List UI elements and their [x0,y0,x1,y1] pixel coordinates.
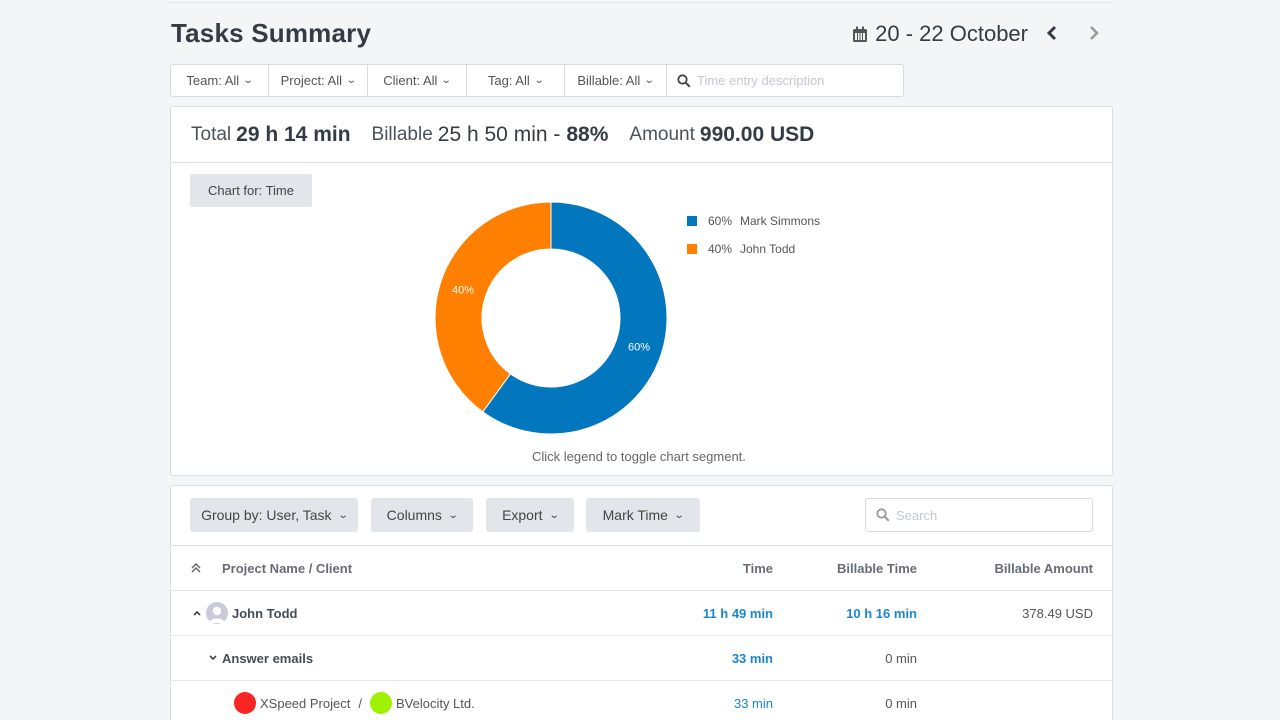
legend-percent: 60% [708,214,733,228]
donut-chart: 60% 40% [434,201,668,435]
search-icon [876,508,890,522]
export-button[interactable]: Export ⌄ [486,498,574,532]
billable-value: 25 h 50 min - [437,122,561,146]
project-client-separator: / [358,695,362,711]
search-icon [677,73,691,88]
totals-bar: Total 29 h 14 min Billable 25 h 50 min -… [171,107,1112,163]
total-label: Total [191,123,232,145]
chevron-down-icon: ⌄ [673,509,685,521]
tag-filter[interactable]: Tag: All ⌄ [467,64,565,97]
next-period-button[interactable] [1088,22,1100,46]
export-label: Export [502,507,543,523]
amount-label: Amount [629,123,695,145]
group-by-button[interactable]: Group by: User, Task ⌄ [190,498,358,532]
table-header-row: Project Name / Client Time Billable Time… [171,546,1112,591]
chevron-down-icon: ⌄ [643,75,655,86]
team-filter[interactable]: Team: All ⌄ [170,64,269,97]
legend-name: John Todd [740,242,796,256]
collapse-user-toggle[interactable] [192,591,202,635]
column-header-time[interactable]: Time [743,546,773,590]
user-time[interactable]: 11 h 49 min [703,591,773,635]
column-header-name[interactable]: Project Name / Client [222,546,352,590]
user-name: John Todd [232,605,298,621]
billable-filter-label: Billable: All [577,73,641,88]
legend-name: Mark Simmons [740,214,821,228]
billable-filter[interactable]: Billable: All ⌄ [565,64,667,97]
legend-item-mark-simmons[interactable]: 60% Mark Simmons [687,207,820,235]
donut-slice-john-todd[interactable] [434,201,552,413]
chevron-down-icon [209,655,217,661]
chevron-down-icon: ⌄ [447,509,459,521]
chevron-down-icon: ⌄ [345,75,357,86]
project-filter[interactable]: Project: All ⌄ [269,64,368,97]
group-by-label: Group by: User, Task [201,507,332,523]
total-value: 29 h 14 min [236,122,351,146]
chart-hint: Click legend to toggle chart segment. [532,449,746,464]
column-header-billable-amount[interactable]: Billable Amount [995,546,1093,590]
filter-bar: Team: All ⌄ Project: All ⌄ Client: All ⌄ Ta… [170,64,904,97]
avatar [206,602,228,624]
description-search [667,64,904,97]
legend-item-john-todd[interactable]: 40% John Todd [687,235,820,263]
task-billable-time: 0 min [885,650,917,666]
legend-swatch [687,244,697,254]
mark-time-label: Mark Time [602,507,668,523]
user-billable-time[interactable]: 10 h 16 min [846,591,917,635]
client-filter[interactable]: Client: All ⌄ [368,64,467,97]
top-divider [166,0,1114,3]
table-toolbar: Group by: User, Task ⌄ Columns ⌄ Export ⌄ M… [171,486,1112,546]
date-range-picker[interactable]: 20 - 22 October [852,21,1028,47]
chevron-down-icon: ⌄ [337,509,349,521]
team-filter-label: Team: All [186,73,240,88]
page-title: Tasks Summary [171,18,372,48]
chart-legend: 60% Mark Simmons 40% John Todd [687,207,820,263]
legend-swatch [687,216,697,226]
donut-slice-label: 60% [628,342,650,354]
mark-time-button[interactable]: Mark Time ⌄ [586,498,700,532]
collapse-all-button[interactable] [191,546,201,590]
table-row-task: Answer emails 33 min 0 min [171,636,1112,681]
report-table-card: Group by: User, Task ⌄ Columns ⌄ Export ⌄ M… [170,485,1113,720]
chevron-down-icon: ⌄ [242,75,254,86]
amount-value: 990.00 USD [699,122,815,146]
donut-slice-label: 40% [452,284,474,296]
table-search [865,498,1093,532]
chevron-down-icon: ⌄ [548,509,560,521]
legend-percent: 40% [708,242,733,256]
task-time[interactable]: 33 min [732,636,773,680]
project-color-dot [234,692,256,714]
chevron-right-icon [1090,26,1099,40]
column-header-billable-time[interactable]: Billable Time [837,546,917,590]
columns-button[interactable]: Columns ⌄ [371,498,473,532]
client-filter-label: Client: All [383,73,438,88]
columns-label: Columns [386,507,442,523]
chevron-left-icon [1046,25,1057,41]
summary-card: Total 29 h 14 min Billable 25 h 50 min -… [170,106,1113,476]
tag-filter-label: Tag: All [487,73,530,88]
expand-task-toggle[interactable] [208,636,218,680]
user-billable-amount: 378.49 USD [1022,605,1093,621]
billable-percent: 88% [566,122,609,146]
client-name: BVelocity Ltd. [395,695,475,711]
project-name: XSpeed Project [260,695,351,711]
chevron-down-icon: ⌄ [533,75,545,86]
project-time[interactable]: 33 min [734,681,773,720]
chevron-down-icon: ⌄ [441,75,453,86]
project-filter-label: Project: All [280,73,343,88]
date-range-label: 20 - 22 October [875,21,1028,46]
double-chevron-up-icon [191,562,201,573]
table-row-user: John Todd 11 h 49 min 10 h 16 min 378.49… [171,591,1112,636]
calendar-icon [853,26,868,42]
previous-period-button[interactable] [1046,22,1058,46]
client-color-dot [369,692,392,714]
table-search-input[interactable] [896,507,1076,523]
chevron-up-icon [193,610,201,616]
project-billable-time: 0 min [885,695,917,711]
billable-label: Billable [371,123,433,145]
task-name: Answer emails [222,650,314,666]
description-search-input[interactable] [697,73,887,88]
table-row-project: XSpeed Project / BVelocity Ltd. 33 min 0… [171,681,1112,720]
